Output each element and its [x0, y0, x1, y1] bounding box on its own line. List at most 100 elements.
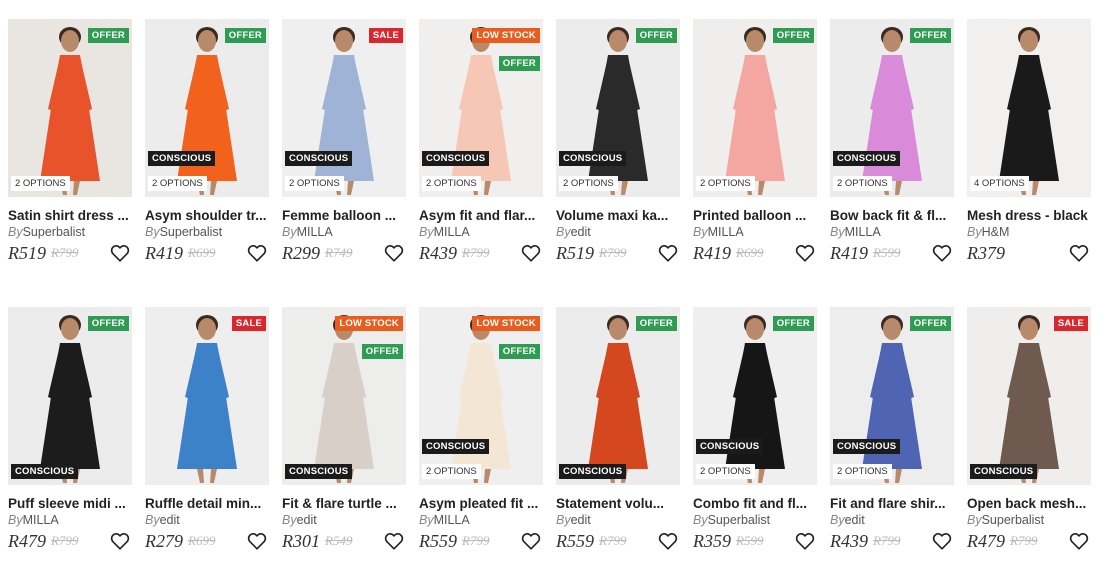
heart-icon[interactable]: [932, 532, 952, 550]
product-card[interactable]: 4 OPTIONS Mesh dress - black ByH&M R379: [967, 19, 1091, 289]
price-row: R519 R799: [556, 242, 680, 264]
brand-name[interactable]: edit: [571, 513, 591, 527]
product-brand[interactable]: Byedit: [145, 513, 269, 527]
brand-name[interactable]: MILLA: [23, 513, 59, 527]
product-name[interactable]: Ruffle detail min...: [145, 496, 269, 511]
product-card[interactable]: LOW STOCK OFFER CONSCIOUS 2 OPTIONS Asym ple…: [419, 307, 543, 577]
product-brand[interactable]: Byedit: [556, 225, 680, 239]
product-name[interactable]: Asym fit and flar...: [419, 208, 543, 223]
heart-icon[interactable]: [658, 532, 678, 550]
brand-name[interactable]: edit: [845, 513, 865, 527]
product-name[interactable]: Fit & flare turtle ...: [282, 496, 406, 511]
product-name[interactable]: Statement volu...: [556, 496, 680, 511]
product-name[interactable]: Printed balloon ...: [693, 208, 817, 223]
heart-icon[interactable]: [932, 244, 952, 262]
product-name[interactable]: Puff sleeve midi ...: [8, 496, 132, 511]
product-card[interactable]: OFFER CONSCIOUS 2 OPTIONS Combo fit and fl.…: [693, 307, 817, 577]
heart-icon[interactable]: [247, 244, 267, 262]
product-brand[interactable]: BySuperbalist: [967, 513, 1091, 527]
product-card[interactable]: SALE CONSCIOUS 2 OPTIONS Femme balloon ... B…: [282, 19, 406, 289]
heart-icon[interactable]: [1069, 532, 1089, 550]
product-image[interactable]: OFFER CONSCIOUS: [8, 307, 132, 485]
product-card[interactable]: SALE CONSCIOUS Open back mesh... BySuperbal…: [967, 307, 1091, 577]
product-brand[interactable]: ByH&M: [967, 225, 1091, 239]
product-image[interactable]: OFFER CONSCIOUS 2 OPTIONS: [830, 19, 954, 197]
brand-name[interactable]: MILLA: [434, 513, 470, 527]
product-image[interactable]: SALE CONSCIOUS 2 OPTIONS: [282, 19, 406, 197]
product-card[interactable]: OFFER CONSCIOUS 2 OPTIONS Volume maxi ka...…: [556, 19, 680, 289]
product-card[interactable]: LOW STOCK OFFER CONSCIOUS Fit & flare turtl…: [282, 307, 406, 577]
product-card[interactable]: LOW STOCK OFFER CONSCIOUS 2 OPTIONS Asym fit…: [419, 19, 543, 289]
product-brand[interactable]: ByMILLA: [419, 225, 543, 239]
heart-icon[interactable]: [795, 244, 815, 262]
heart-icon[interactable]: [110, 244, 130, 262]
brand-name[interactable]: MILLA: [297, 225, 333, 239]
product-image[interactable]: OFFER CONSCIOUS 2 OPTIONS: [830, 307, 954, 485]
brand-name[interactable]: Superbalist: [160, 225, 223, 239]
product-name[interactable]: Open back mesh...: [967, 496, 1091, 511]
brand-name[interactable]: Superbalist: [23, 225, 86, 239]
product-name[interactable]: Asym pleated fit ...: [419, 496, 543, 511]
heart-icon[interactable]: [384, 532, 404, 550]
heart-icon[interactable]: [1069, 244, 1089, 262]
product-card[interactable]: OFFER CONSCIOUS Statement volu... Byedit R55…: [556, 307, 680, 577]
heart-icon[interactable]: [384, 244, 404, 262]
product-image[interactable]: SALE: [145, 307, 269, 485]
product-card[interactable]: OFFER CONSCIOUS 2 OPTIONS Fit and flare shi…: [830, 307, 954, 577]
product-image[interactable]: OFFER CONSCIOUS 2 OPTIONS: [145, 19, 269, 197]
product-brand[interactable]: ByMILLA: [419, 513, 543, 527]
brand-name[interactable]: MILLA: [845, 225, 881, 239]
heart-icon[interactable]: [521, 532, 541, 550]
product-card[interactable]: OFFER CONSCIOUS 2 OPTIONS Bow back fit & fl…: [830, 19, 954, 289]
product-brand[interactable]: Byedit: [830, 513, 954, 527]
brand-name[interactable]: MILLA: [708, 225, 744, 239]
brand-name[interactable]: MILLA: [434, 225, 470, 239]
product-brand[interactable]: ByMILLA: [282, 225, 406, 239]
product-name[interactable]: Femme balloon ...: [282, 208, 406, 223]
brand-name[interactable]: edit: [160, 513, 180, 527]
product-brand[interactable]: BySuperbalist: [8, 225, 132, 239]
product-name[interactable]: Combo fit and fl...: [693, 496, 817, 511]
product-name[interactable]: Satin shirt dress ...: [8, 208, 132, 223]
product-card[interactable]: OFFER CONSCIOUS 2 OPTIONS Asym shoulder tr.…: [145, 19, 269, 289]
heart-icon[interactable]: [521, 244, 541, 262]
product-brand[interactable]: Byedit: [282, 513, 406, 527]
product-brand[interactable]: ByMILLA: [8, 513, 132, 527]
brand-name[interactable]: H&M: [982, 225, 1010, 239]
product-name[interactable]: Bow back fit & fl...: [830, 208, 954, 223]
product-image[interactable]: OFFER CONSCIOUS 2 OPTIONS: [556, 19, 680, 197]
product-image[interactable]: OFFER CONSCIOUS 2 OPTIONS: [693, 307, 817, 485]
product-card[interactable]: OFFER 2 OPTIONS Satin shirt dress ... BySup…: [8, 19, 132, 289]
product-image[interactable]: LOW STOCK OFFER CONSCIOUS 2 OPTIONS: [419, 307, 543, 485]
product-name[interactable]: Mesh dress - black: [967, 208, 1091, 223]
brand-name[interactable]: edit: [571, 225, 591, 239]
heart-icon[interactable]: [795, 532, 815, 550]
product-image[interactable]: 4 OPTIONS: [967, 19, 1091, 197]
product-brand[interactable]: BySuperbalist: [145, 225, 269, 239]
product-image[interactable]: OFFER 2 OPTIONS: [8, 19, 132, 197]
heart-icon[interactable]: [658, 244, 678, 262]
heart-icon[interactable]: [247, 532, 267, 550]
brand-name[interactable]: edit: [297, 513, 317, 527]
options-tag: 2 OPTIONS: [422, 176, 481, 191]
product-image[interactable]: LOW STOCK OFFER CONSCIOUS: [282, 307, 406, 485]
brand-name[interactable]: Superbalist: [982, 513, 1045, 527]
product-image[interactable]: OFFER 2 OPTIONS: [693, 19, 817, 197]
product-name[interactable]: Volume maxi ka...: [556, 208, 680, 223]
product-card[interactable]: OFFER 2 OPTIONS Printed balloon ... ByMILLA…: [693, 19, 817, 289]
product-price: R419: [145, 242, 183, 263]
product-name[interactable]: Asym shoulder tr...: [145, 208, 269, 223]
product-brand[interactable]: BySuperbalist: [693, 513, 817, 527]
heart-icon[interactable]: [110, 532, 130, 550]
product-image[interactable]: LOW STOCK OFFER CONSCIOUS 2 OPTIONS: [419, 19, 543, 197]
product-image[interactable]: OFFER CONSCIOUS: [556, 307, 680, 485]
product-brand[interactable]: ByMILLA: [830, 225, 954, 239]
brand-name[interactable]: Superbalist: [708, 513, 771, 527]
conscious-tag: CONSCIOUS: [422, 151, 490, 166]
product-card[interactable]: OFFER CONSCIOUS Puff sleeve midi ... ByMILL…: [8, 307, 132, 577]
product-card[interactable]: SALE Ruffle detail min... Byedit R279 R699: [145, 307, 269, 577]
product-brand[interactable]: ByMILLA: [693, 225, 817, 239]
product-image[interactable]: SALE CONSCIOUS: [967, 307, 1091, 485]
product-name[interactable]: Fit and flare shir...: [830, 496, 954, 511]
product-brand[interactable]: Byedit: [556, 513, 680, 527]
